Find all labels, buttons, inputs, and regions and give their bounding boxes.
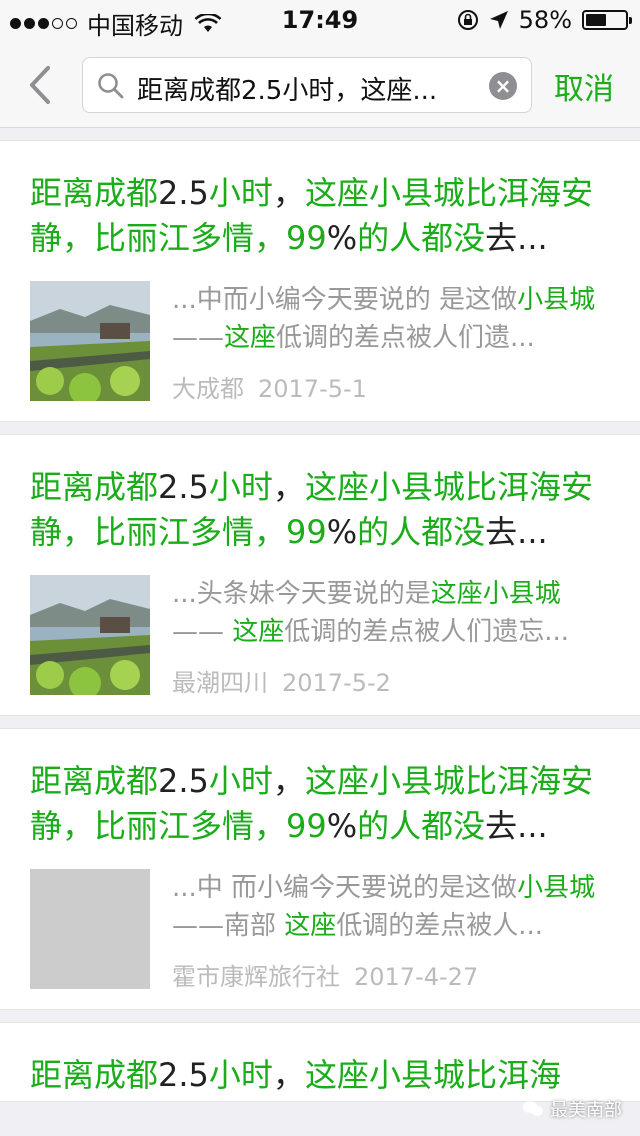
wechat-icon bbox=[522, 1101, 543, 1116]
battery-percent: 58% bbox=[518, 6, 572, 34]
result-title[interactable]: 距离成都2.5小时，这座小县城比洱海 bbox=[30, 1053, 610, 1101]
result-card[interactable]: 距离成都2.5小时，这座小县城比洱海 bbox=[0, 1022, 640, 1102]
result-snippet: ...中 而小编今天要说的是这做小县城——南部 这座低调的差点被人... bbox=[172, 873, 596, 941]
result-card[interactable]: 距离成都2.5小时，这座小县城比洱海安静，比丽江多情，99%的人都没去... .… bbox=[0, 140, 640, 422]
result-title[interactable]: 距离成都2.5小时，这座小县城比洱海安静，比丽江多情，99%的人都没去... bbox=[30, 759, 610, 849]
watermark-text: 最美南部 bbox=[550, 1100, 622, 1121]
search-query-text[interactable]: 距离成都2.5小时，这座... bbox=[137, 70, 477, 107]
search-header: 距离成都2.5小时，这座... × 取消 bbox=[0, 40, 640, 128]
location-arrow-icon bbox=[489, 11, 508, 29]
search-results-list: 距离成都2.5小时，这座小县城比洱海安静，比丽江多情，99%的人都没去... .… bbox=[0, 140, 640, 1114]
publish-date: 2017-5-2 bbox=[282, 669, 391, 697]
publish-date: 2017-5-1 bbox=[258, 375, 367, 403]
battery-icon bbox=[582, 10, 632, 30]
publish-date: 2017-4-27 bbox=[354, 963, 479, 991]
result-source: 最潮四川 2017-5-2 bbox=[172, 663, 610, 698]
search-input[interactable]: 距离成都2.5小时，这座... × bbox=[82, 57, 532, 113]
source-name: 大成都 bbox=[172, 375, 244, 403]
source-name: 最潮四川 bbox=[172, 669, 268, 697]
source-name: 霍市康辉旅行社 bbox=[172, 963, 340, 991]
watermark: 最美南部 bbox=[522, 1096, 622, 1122]
result-thumbnail-placeholder bbox=[30, 869, 150, 989]
status-bar: 中国移动 17:49 58% bbox=[0, 0, 640, 40]
result-snippet: ...头条妹今天要说的是这座小县城—— 这座低调的差点被人们遗忘... bbox=[172, 579, 570, 647]
rotation-lock-icon bbox=[457, 10, 478, 30]
battery-fill bbox=[586, 14, 607, 26]
search-icon bbox=[98, 73, 124, 99]
back-button[interactable] bbox=[22, 62, 62, 108]
result-source: 大成都 2017-5-1 bbox=[172, 369, 610, 404]
result-card[interactable]: 距离成都2.5小时，这座小县城比洱海安静，比丽江多情，99%的人都没去... .… bbox=[0, 728, 640, 1010]
clear-search-icon[interactable]: × bbox=[489, 72, 517, 100]
status-right: 58% bbox=[457, 6, 632, 34]
result-title[interactable]: 距离成都2.5小时，这座小县城比洱海安静，比丽江多情，99%的人都没去... bbox=[30, 171, 610, 261]
result-title[interactable]: 距离成都2.5小时，这座小县城比洱海安静，比丽江多情，99%的人都没去... bbox=[30, 465, 610, 555]
cancel-button[interactable]: 取消 bbox=[554, 64, 614, 108]
result-source: 霍市康辉旅行社 2017-4-27 bbox=[172, 957, 610, 992]
result-snippet: ...中而小编今天要说的 是这做小县城——这座低调的差点被人们遗... bbox=[172, 285, 596, 353]
result-thumbnail bbox=[30, 575, 150, 695]
result-card[interactable]: 距离成都2.5小时，这座小县城比洱海安静，比丽江多情，99%的人都没去... .… bbox=[0, 434, 640, 716]
result-thumbnail bbox=[30, 281, 150, 401]
